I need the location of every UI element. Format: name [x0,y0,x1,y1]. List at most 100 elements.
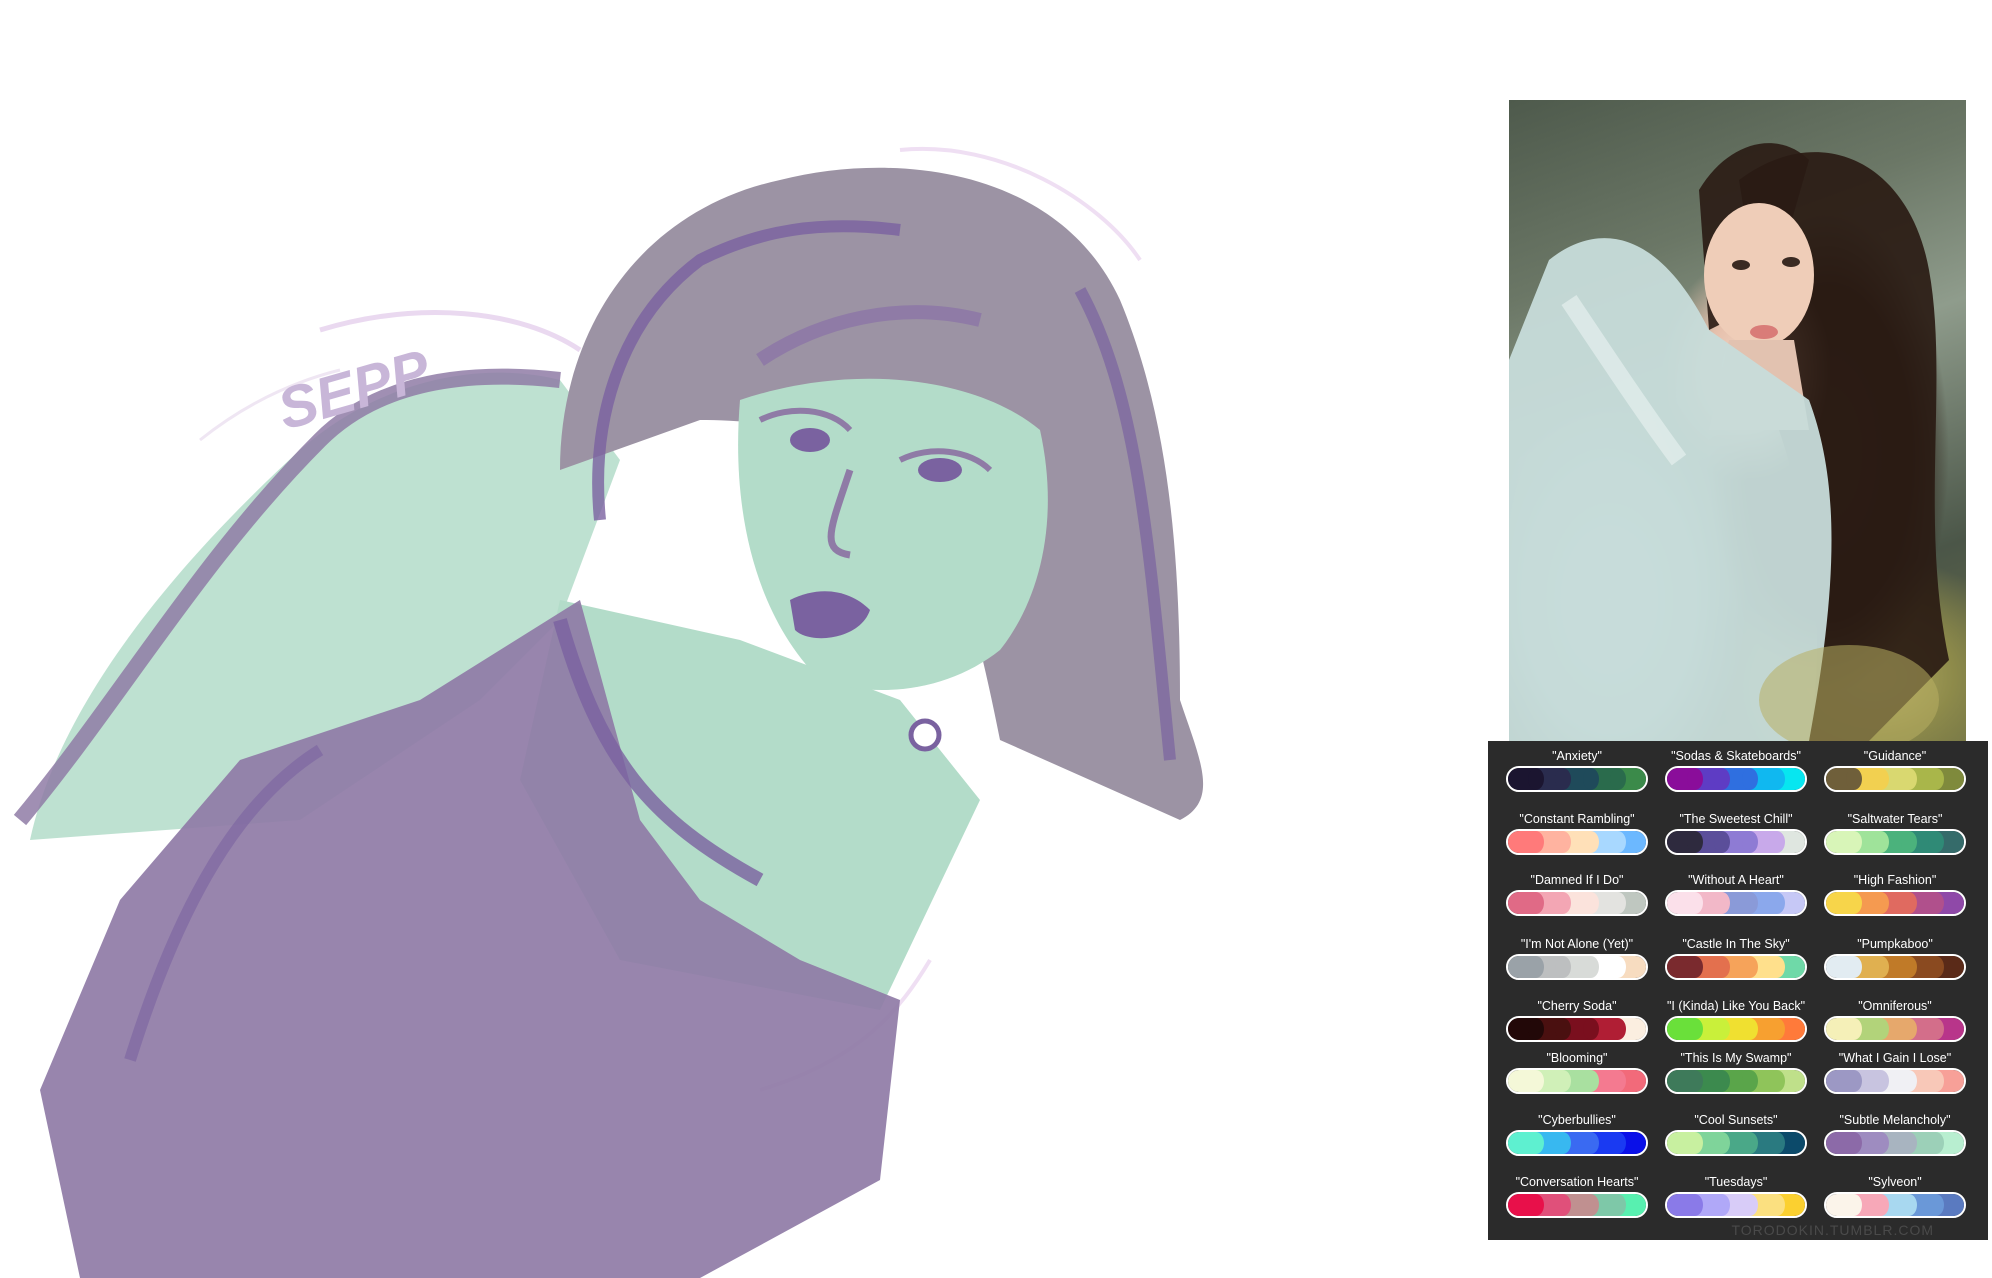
palette-card: "Without A Heart" [1665,873,1807,916]
palette-swatch-bar [1824,1016,1966,1042]
palette-swatch [1826,1018,1862,1040]
palette-swatch [1508,956,1544,978]
palette-swatch [1826,956,1862,978]
palette-name: "This Is My Swamp" [1680,1051,1792,1065]
palette-swatch-bar [1665,1068,1807,1094]
palette-swatch-bar [1824,1130,1966,1156]
palette-swatch [1826,1070,1862,1092]
palette-card: "The Sweetest Chill" [1665,812,1807,855]
palette-card: "Guidance" [1824,749,1966,792]
palette-name: "High Fashion" [1853,873,1937,887]
palette-swatch [1508,1018,1544,1040]
palette-card: "I (Kinda) Like You Back" [1665,999,1807,1042]
palette-card: "Sodas & Skateboards" [1665,749,1807,792]
palette-swatch-bar [1665,1016,1807,1042]
palette-swatch [1508,768,1544,790]
palette-swatch-bar [1506,829,1648,855]
palette-swatch [1667,956,1703,978]
palette-swatch-bar [1506,1016,1648,1042]
palette-name: "What I Gain I Lose" [1838,1051,1952,1065]
palette-name: "Without A Heart" [1688,873,1784,887]
palette-name: "Tuesdays" [1704,1175,1768,1189]
palette-swatch-bar [1665,1130,1807,1156]
palette-swatch [1508,892,1544,914]
palette-swatch [1667,1132,1703,1154]
palette-card: "Omniferous" [1824,999,1966,1042]
palette-name: "Anxiety" [1552,749,1602,763]
palette-name: "Cherry Soda" [1537,999,1617,1013]
palette-swatch-bar [1665,890,1807,916]
palette-swatch [1508,1132,1544,1154]
palette-name: "I (Kinda) Like You Back" [1666,999,1806,1013]
palette-swatch-bar [1824,829,1966,855]
palette-card: "Cyberbullies" [1506,1113,1648,1156]
palette-swatch-bar [1506,1192,1648,1218]
palette-swatch [1667,892,1703,914]
palette-swatch [1667,831,1703,853]
palette-swatch-bar [1824,890,1966,916]
palette-swatch [1667,1070,1703,1092]
reference-photo [1509,100,1966,741]
palette-credit-watermark: TORODOKIN.TUMBLR.COM [1731,1222,1934,1238]
palette-swatch [1667,1018,1703,1040]
palette-swatch-bar [1665,954,1807,980]
palette-card: "Saltwater Tears" [1824,812,1966,855]
palette-swatch-bar [1665,829,1807,855]
palette-card: "Sylveon" [1824,1175,1966,1218]
palette-swatch-bar [1824,954,1966,980]
palette-name: "Pumpkaboo" [1857,937,1933,951]
palette-swatch [1508,1194,1544,1216]
reference-photo-image [1509,143,1949,741]
palette-swatch [1667,768,1703,790]
color-palette-chart: "Anxiety" "Sodas & Skateboards" "Guidance"… [1488,741,1988,1240]
palette-name: "Sodas & Skateboards" [1671,749,1801,763]
palette-name: "I'm Not Alone (Yet)" [1520,937,1634,951]
palette-name: "Blooming" [1546,1051,1608,1065]
palette-swatch-bar [1665,766,1807,792]
palette-name: "Constant Rambling" [1519,812,1635,826]
palette-card: "Conversation Hearts" [1506,1175,1648,1218]
palette-swatch-bar [1506,954,1648,980]
palette-card: "Tuesdays" [1665,1175,1807,1218]
palette-card: "High Fashion" [1824,873,1966,916]
palette-swatch [1508,1070,1544,1092]
palette-name: "Cyberbullies" [1538,1113,1616,1127]
palette-card: "Blooming" [1506,1051,1648,1094]
palette-swatch-bar [1506,890,1648,916]
palette-card: "Subtle Melancholy" [1824,1113,1966,1156]
palette-swatch-bar [1506,1130,1648,1156]
palette-card: "Cool Sunsets" [1665,1113,1807,1156]
palette-card: "This Is My Swamp" [1665,1051,1807,1094]
palette-swatch-bar [1506,1068,1648,1094]
palette-name: "Castle In The Sky" [1682,937,1790,951]
palette-swatch [1826,768,1862,790]
palette-name: "Conversation Hearts" [1515,1175,1639,1189]
palette-name: "Cool Sunsets" [1694,1113,1778,1127]
palette-swatch-bar [1824,766,1966,792]
palette-swatch [1826,1132,1862,1154]
palette-swatch-bar [1824,1068,1966,1094]
palette-card: "Pumpkaboo" [1824,937,1966,980]
palette-name: "Damned If I Do" [1530,873,1624,887]
palette-swatch [1826,1194,1862,1216]
palette-swatch-bar [1665,1192,1807,1218]
palette-name: "Sylveon" [1868,1175,1922,1189]
palette-card: "Castle In The Sky" [1665,937,1807,980]
palette-card: "Damned If I Do" [1506,873,1648,916]
palette-name: "The Sweetest Chill" [1679,812,1793,826]
palette-name: "Omniferous" [1858,999,1932,1013]
palette-card: "Anxiety" [1506,749,1648,792]
palette-swatch [1826,892,1862,914]
palette-swatch [1508,831,1544,853]
palette-name: "Guidance" [1863,749,1927,763]
palette-card: "What I Gain I Lose" [1824,1051,1966,1094]
palette-swatch [1667,1194,1703,1216]
palette-name: "Subtle Melancholy" [1839,1113,1951,1127]
palette-card: "Cherry Soda" [1506,999,1648,1042]
palette-swatch [1826,831,1862,853]
palette-swatch-bar [1824,1192,1966,1218]
palette-card: "Constant Rambling" [1506,812,1648,855]
palette-swatch-bar [1506,766,1648,792]
palette-name: "Saltwater Tears" [1847,812,1943,826]
palette-card: "I'm Not Alone (Yet)" [1506,937,1648,980]
